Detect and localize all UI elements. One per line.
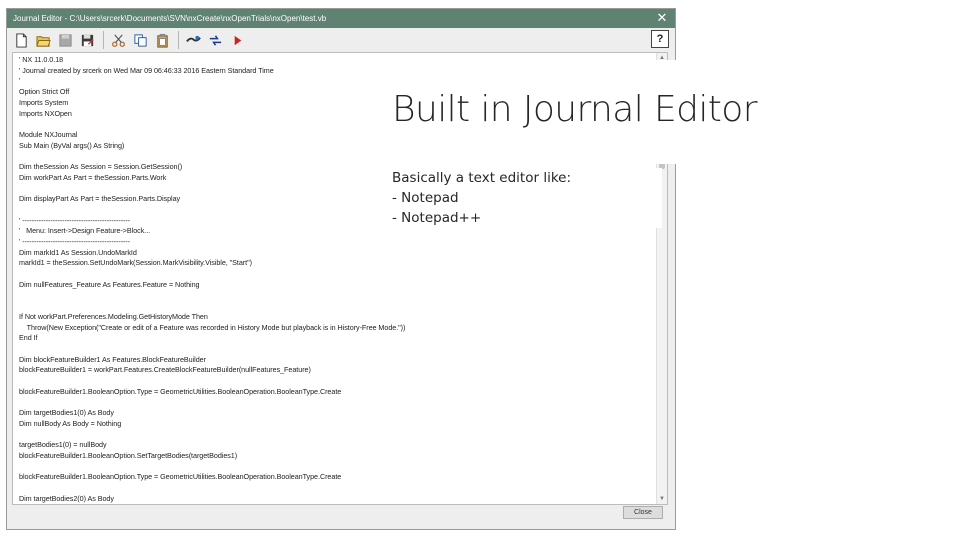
save-as-icon: [81, 34, 94, 46]
window-title: Journal Editor - C:\Users\srcerk\Documen…: [13, 14, 327, 23]
open-folder-icon: [35, 35, 51, 47]
cut-button[interactable]: [108, 30, 128, 50]
toolbar-separator: [178, 31, 179, 49]
open-file-button[interactable]: [33, 30, 53, 50]
slide-bullet-notepad: - Notepad: [392, 190, 459, 206]
save-disabled-icon: [58, 33, 72, 47]
code-line: markId1 = theSession.SetUndoMark(Session…: [19, 258, 252, 268]
code-line: Dim markId1 As Session.UndoMarkId: [19, 247, 137, 257]
code-line: ' --------------------------------------…: [19, 236, 131, 246]
paste-icon: [156, 33, 168, 48]
cut-icon: [111, 34, 125, 47]
code-line: Dim targetBodies1(0) As Body: [19, 408, 114, 418]
play-button[interactable]: [227, 30, 247, 50]
slide-bullet-notepadpp: - Notepad++: [392, 210, 482, 226]
close-button[interactable]: Close: [623, 506, 663, 519]
copy-button[interactable]: [130, 30, 150, 50]
play-icon: [234, 35, 241, 45]
slide-body: Basically a text editor like: - Notepad …: [392, 168, 662, 228]
stop-icon: [209, 34, 221, 46]
record-icon: [185, 35, 201, 42]
toolbar: [11, 29, 671, 51]
slide-title: Built in Journal Editor: [392, 89, 758, 130]
code-line: blockFeatureBuilder1.BooleanOption.SetTa…: [19, 451, 238, 461]
toolbar-separator: [103, 31, 104, 49]
save-as-button[interactable]: [77, 30, 97, 50]
code-line: Dim nullFeatures_Feature As Features.Fea…: [19, 279, 200, 289]
dialog-footer: Close: [7, 501, 675, 529]
code-line: End If: [19, 333, 38, 343]
record-button[interactable]: [183, 30, 203, 50]
code-line: If Not workPart.Preferences.Modeling.Get…: [19, 311, 208, 321]
window-titlebar: Journal Editor - C:\Users\srcerk\Documen…: [7, 9, 675, 28]
code-line: targetBodies1(0) = nullBody: [19, 440, 107, 450]
stop-button[interactable]: [205, 30, 225, 50]
code-line: Dim blockFeatureBuilder1 As Features.Blo…: [19, 354, 206, 364]
help-button[interactable]: ?: [651, 30, 669, 48]
copy-icon: [133, 33, 147, 47]
code-line: blockFeatureBuilder1.BooleanOption.Type …: [19, 386, 342, 396]
save-button[interactable]: [55, 30, 75, 50]
code-line: Throw(New Exception("Create or edit of a…: [19, 322, 406, 332]
code-line: blockFeatureBuilder1 = workPart.Features…: [19, 365, 311, 375]
code-line: Dim nullBody As Body = Nothing: [19, 418, 122, 428]
window-close-icon[interactable]: ✕: [655, 9, 669, 28]
slide-body-line: Basically a text editor like:: [392, 170, 572, 186]
paste-button[interactable]: [152, 30, 172, 50]
new-file-icon: [15, 32, 27, 48]
code-line: blockFeatureBuilder1.BooleanOption.Type …: [19, 472, 342, 482]
new-file-button[interactable]: [11, 30, 31, 50]
